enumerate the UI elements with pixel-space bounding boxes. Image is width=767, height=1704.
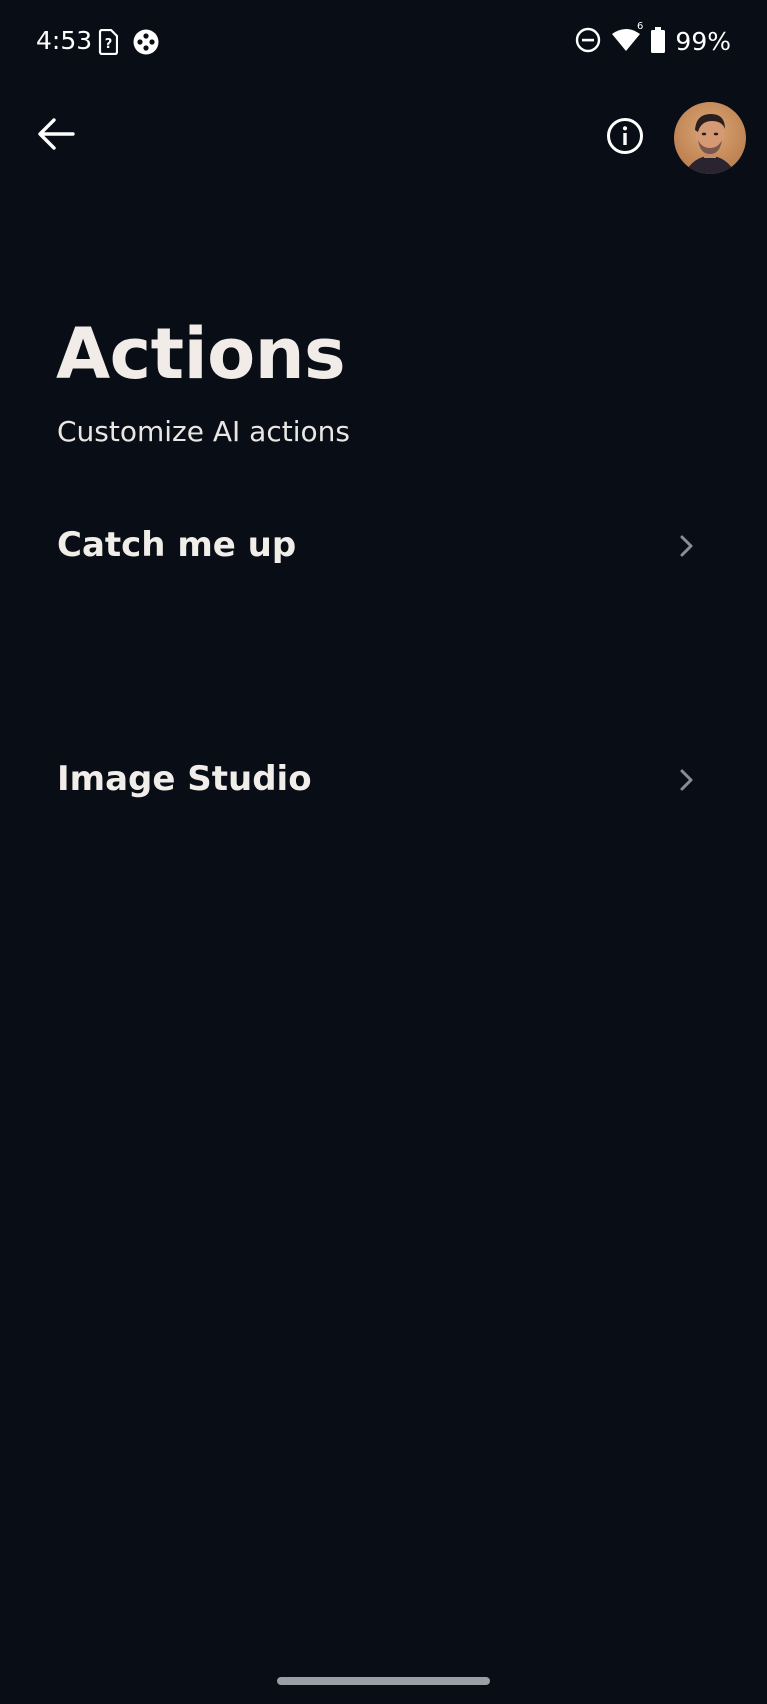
chevron-right-icon — [672, 532, 700, 560]
back-button[interactable] — [34, 114, 78, 158]
arrow-left-icon — [37, 117, 75, 155]
page-subtitle: Customize AI actions — [57, 415, 350, 448]
page-title: Actions — [56, 313, 346, 395]
status-right-group: 6 99% — [575, 21, 731, 58]
action-item-image-studio[interactable]: Image Studio — [0, 724, 767, 834]
status-bar: 4:53 ? 6 99% — [0, 0, 767, 86]
info-icon — [606, 117, 644, 159]
wifi-icon: 6 — [611, 21, 643, 57]
status-time: 4:53 — [36, 26, 93, 55]
action-item-catch-me-up[interactable]: Catch me up — [0, 490, 767, 600]
battery-percent: 99% — [675, 27, 731, 56]
info-button[interactable] — [603, 116, 647, 160]
game-controller-icon — [133, 29, 159, 59]
chevron-right-icon — [672, 766, 700, 794]
do-not-disturb-icon — [575, 27, 601, 57]
sim-card-icon: ? — [98, 28, 119, 59]
action-label: Image Studio — [57, 759, 312, 799]
wifi-badge: 6 — [637, 21, 644, 32]
svg-text:?: ? — [105, 37, 113, 52]
action-label: Catch me up — [57, 525, 297, 565]
battery-icon — [651, 27, 666, 57]
user-avatar[interactable] — [674, 102, 746, 174]
gesture-nav-handle[interactable] — [277, 1677, 490, 1685]
